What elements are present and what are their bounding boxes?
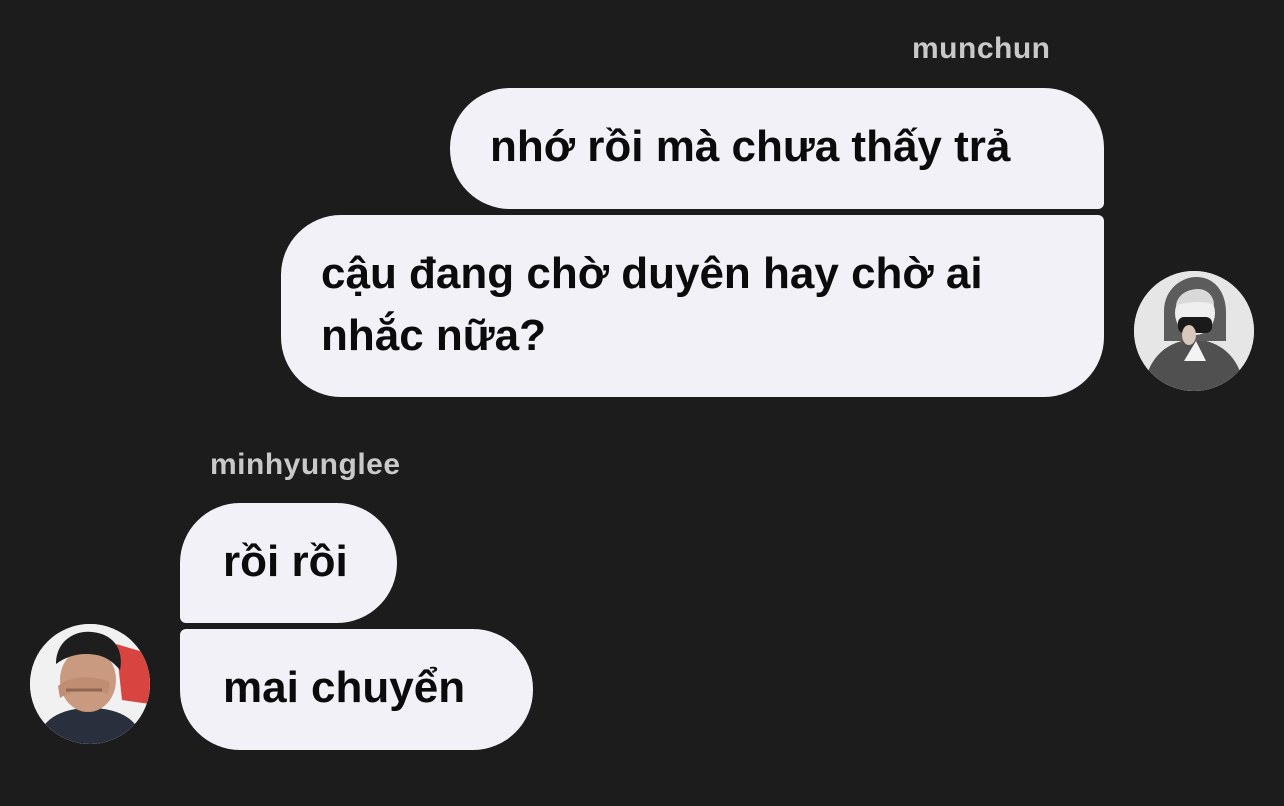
user-avatar-munchun-icon[interactable] [1134, 271, 1254, 391]
sender-name-munchun: munchun [912, 32, 1051, 65]
user-avatar-minhyunglee-icon[interactable] [30, 624, 150, 744]
avatar-image [1134, 271, 1254, 391]
sender-name-minhyunglee: minhyunglee [210, 448, 401, 481]
message-text: rồi rồi [223, 537, 348, 586]
avatar-image [30, 624, 150, 744]
message-text: nhớ rồi mà chưa thấy trả [490, 122, 1011, 171]
message-bubble-incoming[interactable]: rồi rồi [180, 503, 397, 623]
message-bubble-incoming[interactable]: mai chuyển [180, 629, 533, 750]
message-bubble-outgoing[interactable]: cậu đang chờ duyên hay chờ ai nhắc nữa? [281, 215, 1104, 397]
message-text-line: cậu đang chờ duyên hay chờ ai [321, 249, 983, 298]
message-text-line: nhắc nữa? [321, 311, 547, 360]
message-bubble-outgoing[interactable]: nhớ rồi mà chưa thấy trả [450, 88, 1104, 209]
message-text: mai chuyển [223, 663, 466, 712]
